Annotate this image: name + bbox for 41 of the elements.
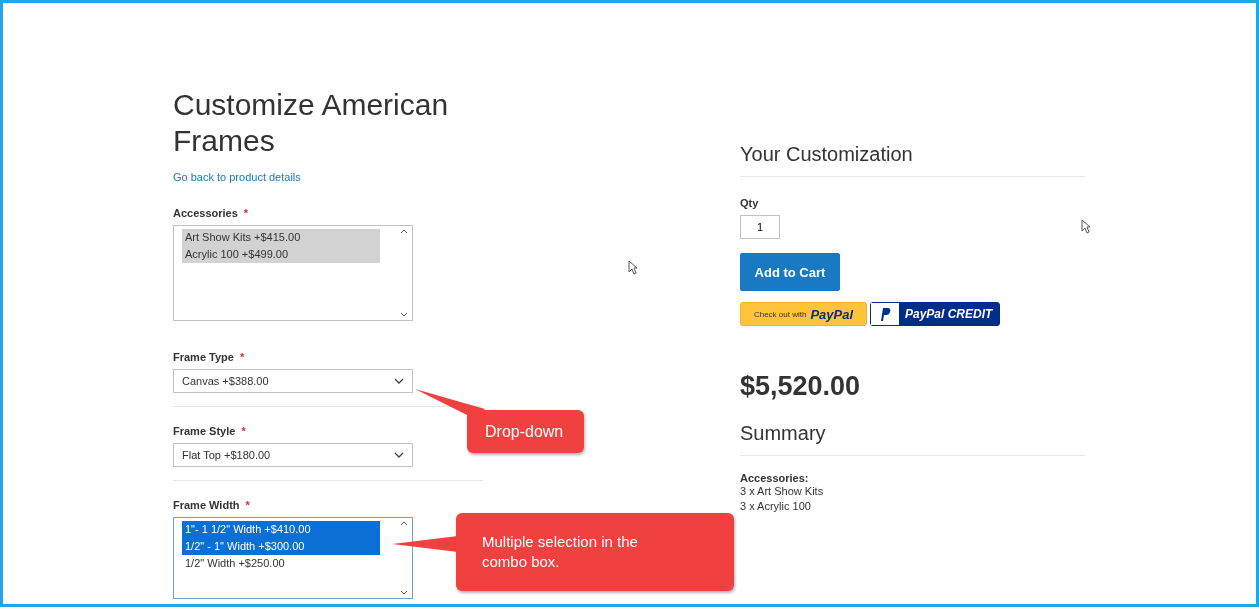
paypal-checkout-button[interactable]: Check out with PayPal xyxy=(740,302,867,326)
list-option[interactable]: Art Show Kits +$415.00 xyxy=(182,229,380,246)
summary-label: Accessories: xyxy=(740,472,810,484)
required-mark: * xyxy=(243,207,249,219)
paypal-credit-button[interactable]: PayPal CREDIT xyxy=(870,302,1000,326)
qty-label: Qty xyxy=(740,197,760,209)
page-title: Customize American Frames xyxy=(173,87,450,159)
list-option[interactable]: Acrylic 100 +$499.00 xyxy=(182,246,380,263)
list-option[interactable]: 1/2" - 1" Width +$300.00 xyxy=(182,538,380,555)
scroll-up-icon[interactable] xyxy=(400,521,408,526)
dropdown-select[interactable]: Flat Top +$180.00 xyxy=(173,443,413,467)
cursor-icon xyxy=(1081,219,1091,234)
chevron-down-icon xyxy=(394,378,404,384)
field-label: Frame Type xyxy=(173,351,234,363)
cursor-icon xyxy=(628,260,638,275)
section-heading: Summary xyxy=(740,422,1085,456)
field-label: Frame Width xyxy=(173,499,240,511)
scroll-down-icon[interactable] xyxy=(400,590,408,595)
paypal-logo-icon xyxy=(879,306,891,322)
add-to-cart-button[interactable]: Add to Cart xyxy=(740,253,840,291)
required-mark: * xyxy=(245,499,250,511)
list-option[interactable]: 1"- 1 1/2" Width +$410.00 xyxy=(182,521,380,538)
scroll-up-icon[interactable] xyxy=(400,229,408,234)
dropdown-select[interactable]: Canvas +$388.00 xyxy=(173,369,413,393)
callout: Multiple selection in the combo box. xyxy=(456,513,734,591)
summary-line: 3 x Acrylic 100 xyxy=(740,499,812,514)
field-label: Accessories xyxy=(173,207,238,219)
scroll-down-icon[interactable] xyxy=(400,312,408,317)
required-mark: * xyxy=(239,351,245,363)
callout: Drop-down xyxy=(467,410,584,453)
back-link[interactable]: Go back to product details xyxy=(173,171,301,183)
chevron-down-icon xyxy=(394,452,404,458)
field-label: Frame Style xyxy=(173,425,236,437)
multi-select-list[interactable]: Art Show Kits +$415.00 Acrylic 100 +$499.00 xyxy=(173,225,413,321)
qty-input[interactable]: 1 xyxy=(740,215,780,239)
multi-select-list[interactable]: 1"- 1 1/2" Width +$410.00 1/2" - 1" Width +$300.00 1/2" Width +$250.00 xyxy=(173,517,413,599)
total-price: $5,520.00 xyxy=(740,371,862,402)
required-mark: * xyxy=(241,425,246,437)
section-heading: Your Customization xyxy=(740,143,1085,177)
list-option[interactable]: 1/2" Width +$250.00 xyxy=(182,555,380,572)
summary-line: 3 x Art Show Kits xyxy=(740,484,825,499)
